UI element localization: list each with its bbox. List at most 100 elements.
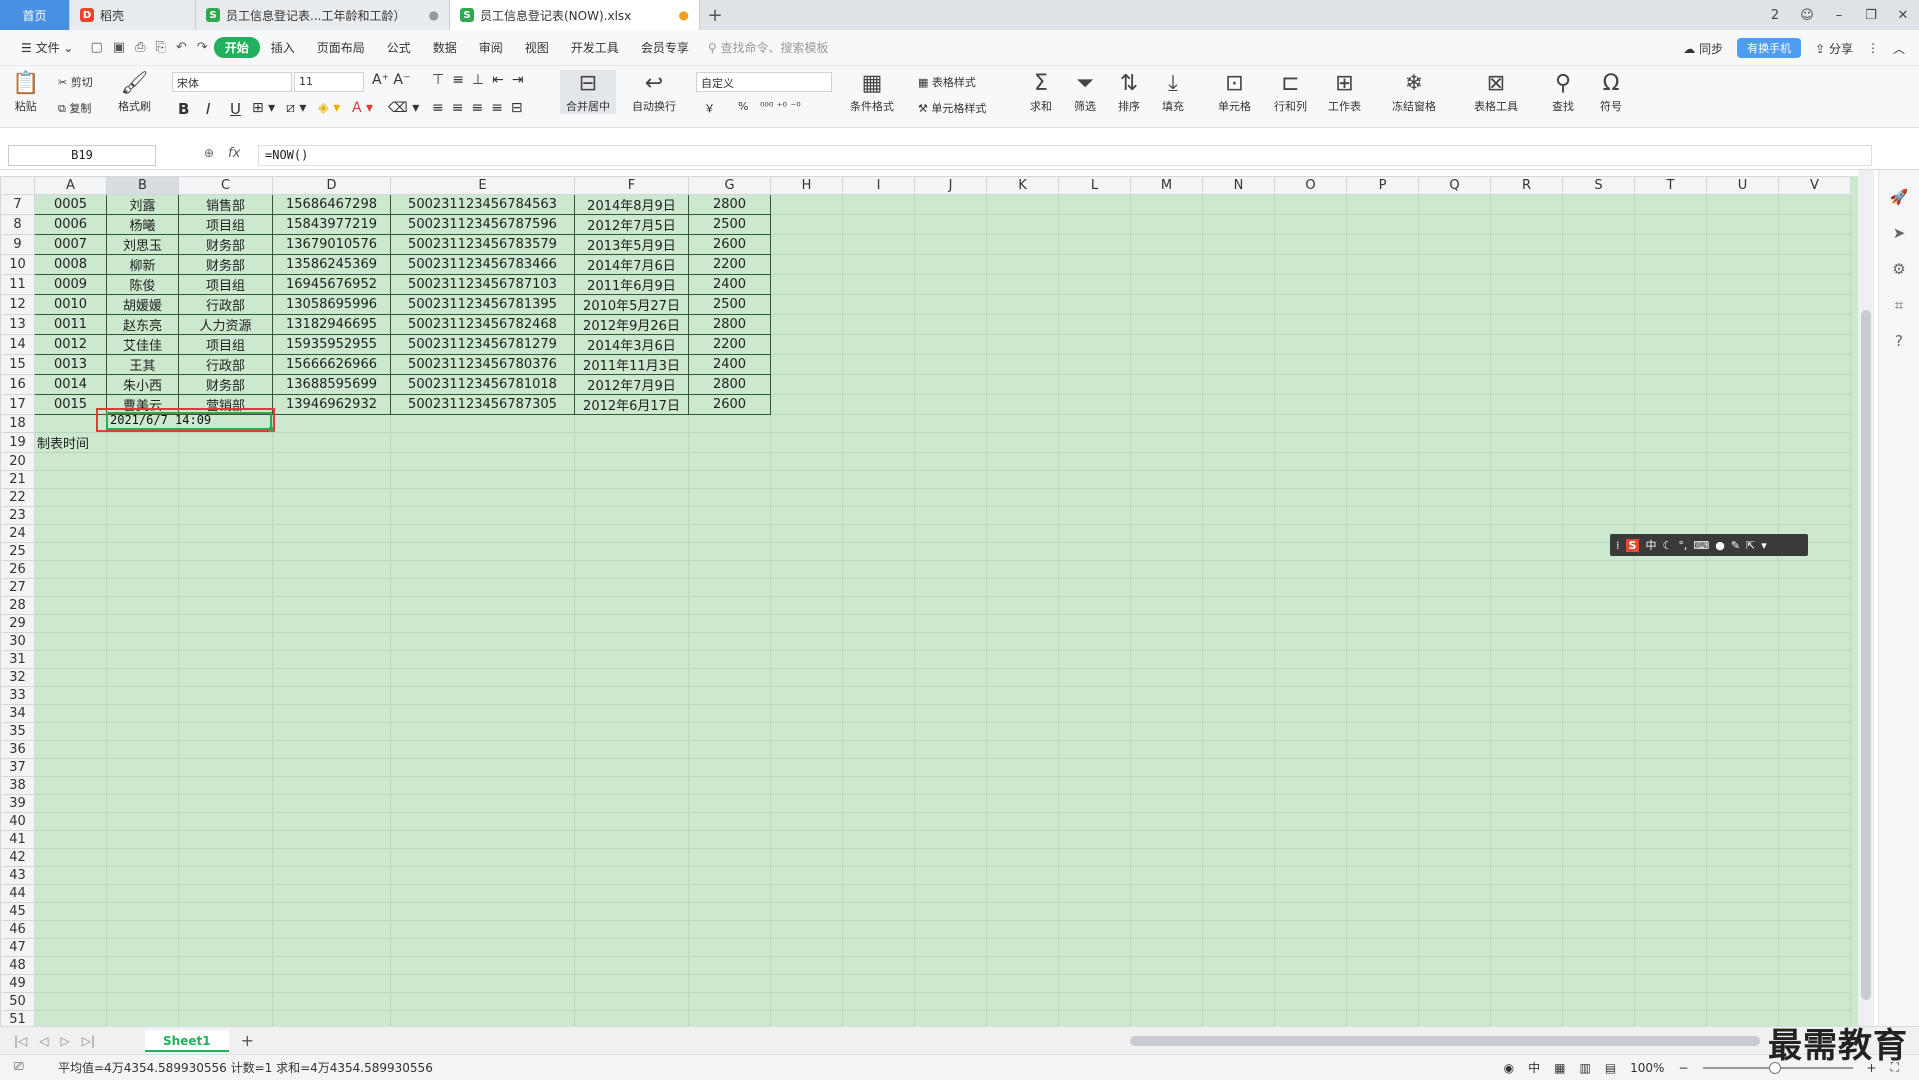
cell[interactable] [770,506,843,525]
cell[interactable]: 0012 [34,334,107,355]
cell[interactable]: 2200 [688,334,771,355]
cell[interactable] [1418,938,1491,957]
cell[interactable] [1778,740,1851,759]
cell-button[interactable]: ⊡ 单元格 [1218,70,1251,114]
cell[interactable] [1346,992,1419,1011]
cell[interactable]: 财务部 [178,374,273,395]
cell[interactable] [1706,632,1779,651]
cell[interactable] [914,686,987,705]
cell[interactable] [272,632,391,651]
cell[interactable] [1202,938,1275,957]
cell[interactable] [390,902,575,921]
cell[interactable] [1418,686,1491,705]
cell[interactable] [1490,956,1563,975]
cell[interactable] [1706,214,1779,235]
row-col-button[interactable]: ⊏ 行和列 [1274,70,1307,114]
cell[interactable] [1778,596,1851,615]
promo-badge[interactable]: 有换手机 [1737,38,1802,58]
cell[interactable] [34,668,107,687]
cell[interactable] [1058,254,1131,275]
cell[interactable] [770,938,843,957]
cell[interactable] [1490,884,1563,903]
cell[interactable] [1202,668,1275,687]
vertical-scrollbar[interactable] [1858,170,1874,1026]
cell[interactable] [1490,314,1563,335]
cell[interactable] [574,776,689,795]
cell[interactable] [1274,650,1347,669]
cell[interactable] [1346,374,1419,395]
cell[interactable] [1490,614,1563,633]
cell[interactable] [272,794,391,813]
cell[interactable] [914,334,987,355]
cell[interactable] [1490,354,1563,375]
cell[interactable] [842,830,915,849]
cell[interactable] [842,470,915,489]
cell[interactable] [178,524,273,543]
cell[interactable] [914,542,987,561]
cell[interactable] [1274,812,1347,831]
cell[interactable] [688,848,771,867]
cell[interactable] [106,848,179,867]
cell[interactable] [106,812,179,831]
cell[interactable] [1562,992,1635,1011]
cell[interactable] [1346,294,1419,315]
cell[interactable] [1634,254,1707,275]
cell[interactable] [1706,374,1779,395]
cell[interactable] [1778,632,1851,651]
cell[interactable] [1346,394,1419,415]
punct-icon[interactable]: °, [1678,539,1687,552]
cell[interactable] [1562,234,1635,255]
cell[interactable] [1202,254,1275,275]
cell[interactable] [1634,394,1707,415]
cell[interactable] [1706,884,1779,903]
cell[interactable] [1346,452,1419,471]
cell[interactable] [1562,452,1635,471]
scroll-thumb[interactable] [1861,310,1871,1000]
cell[interactable]: 财务部 [178,254,273,275]
cell[interactable] [1490,812,1563,831]
cell[interactable] [1418,776,1491,795]
cell[interactable] [1274,432,1347,453]
cell[interactable] [1418,470,1491,489]
symbol-button[interactable]: Ω 符号 [1600,70,1622,114]
cell[interactable] [986,214,1059,235]
cell[interactable] [1274,884,1347,903]
cell[interactable] [574,632,689,651]
cell[interactable] [1130,452,1203,471]
cell[interactable] [1418,542,1491,561]
cell[interactable] [106,776,179,795]
cell[interactable] [1418,1010,1491,1026]
cell[interactable] [1706,866,1779,885]
cell[interactable] [1418,722,1491,741]
cell[interactable] [842,938,915,957]
cell[interactable] [1130,194,1203,215]
cell[interactable] [1490,794,1563,813]
cell[interactable] [1130,578,1203,597]
cell[interactable]: 陈俊 [106,274,179,295]
cell[interactable] [1778,722,1851,741]
cell[interactable] [34,722,107,741]
cell[interactable] [1706,830,1779,849]
cell[interactable] [574,470,689,489]
cell[interactable]: 2011年11月3日 [574,354,689,375]
column-header[interactable]: H [770,176,843,195]
cell[interactable] [770,470,843,489]
cell[interactable] [34,452,107,471]
cell[interactable] [34,560,107,579]
cell[interactable] [1418,452,1491,471]
cell[interactable] [272,740,391,759]
cell[interactable] [1778,394,1851,415]
cell[interactable] [1706,234,1779,255]
cell[interactable] [1706,758,1779,777]
cell[interactable] [1778,452,1851,471]
cell[interactable] [1562,722,1635,741]
cell[interactable] [1058,560,1131,579]
cell[interactable]: 行政部 [178,354,273,375]
cell[interactable] [1202,334,1275,355]
cell[interactable]: 0014 [34,374,107,395]
cell[interactable] [178,722,273,741]
cell[interactable] [914,354,987,375]
cell[interactable] [1706,704,1779,723]
row-header[interactable]: 22 [0,488,35,507]
cell[interactable] [688,414,771,433]
